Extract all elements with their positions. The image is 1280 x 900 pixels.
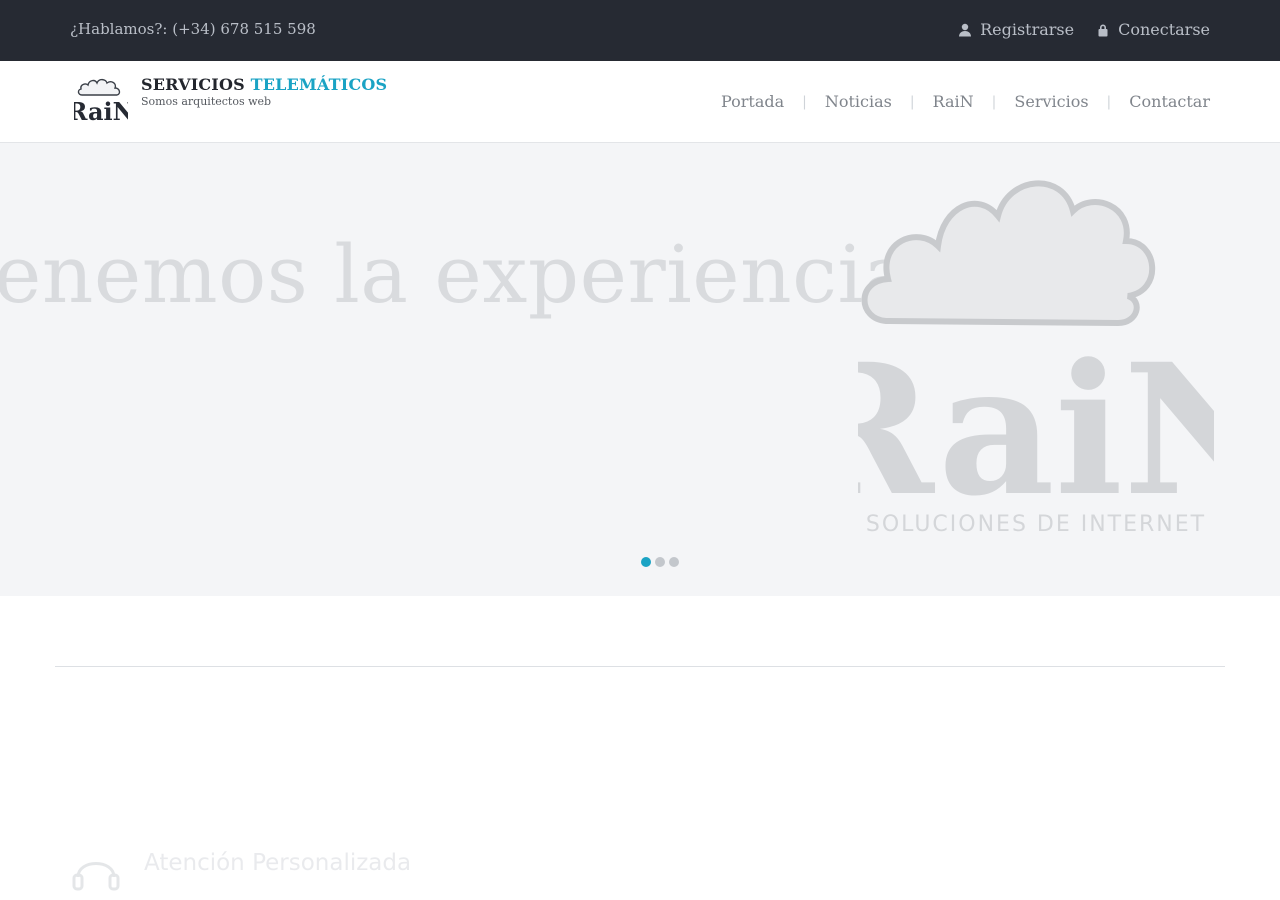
site-name-accent: TELEMÁTICOS bbox=[250, 75, 388, 94]
slider-dot-2[interactable] bbox=[655, 557, 665, 567]
brand-block: SERVICIOS TELEMÁTICOS Somos arquitectos … bbox=[141, 75, 387, 108]
nav-item-contactar[interactable]: Contactar bbox=[1129, 92, 1210, 111]
slider-dot-3[interactable] bbox=[669, 557, 679, 567]
hero-logo-text: RaiN bbox=[858, 325, 1214, 536]
nav-separator: | bbox=[802, 93, 807, 110]
top-bar: ¿Hablamos?: (+34) 678 515 598 Registrars… bbox=[0, 0, 1280, 61]
slider-dot-1[interactable] bbox=[641, 557, 651, 567]
nav-separator: | bbox=[1106, 93, 1112, 110]
headset-icon bbox=[72, 862, 120, 891]
feature-title: Atención Personalizada bbox=[144, 850, 412, 876]
main-nav: Portada | Noticias | RaiN | Servicios | … bbox=[721, 92, 1210, 111]
rain-logo-icon[interactable]: RaiN bbox=[74, 75, 128, 125]
nav-item-portada[interactable]: Portada bbox=[721, 92, 784, 111]
user-icon bbox=[959, 23, 972, 36]
hero-slider: enemos la experiencia RaiN SOLUCIONES DE… bbox=[0, 143, 1280, 596]
login-label: Conectarse bbox=[1118, 20, 1210, 39]
contact-phone: ¿Hablamos?: (+34) 678 515 598 bbox=[70, 20, 316, 38]
nav-item-rain[interactable]: RaiN bbox=[933, 92, 974, 111]
account-links: Registrarse Conectarse bbox=[958, 20, 1210, 39]
site-name[interactable]: SERVICIOS TELEMÁTICOS bbox=[141, 75, 387, 94]
site-tagline: Somos arquitectos web bbox=[141, 95, 272, 108]
section-divider bbox=[55, 666, 1225, 667]
site-name-main: SERVICIOS bbox=[141, 75, 245, 94]
hero-headline: enemos la experiencia bbox=[0, 228, 912, 321]
nav-item-servicios[interactable]: Servicios bbox=[1014, 92, 1088, 111]
register-label: Registrarse bbox=[980, 20, 1075, 39]
nav-separator: | bbox=[991, 93, 997, 110]
nav-item-noticias[interactable]: Noticias bbox=[825, 92, 892, 111]
site-header: RaiN SERVICIOS TELEMÁTICOS Somos arquite… bbox=[0, 61, 1280, 143]
nav-separator: | bbox=[909, 93, 915, 110]
login-link[interactable]: Conectarse bbox=[1096, 20, 1210, 39]
hero-rain-logo: RaiN SOLUCIONES DE INTERNET bbox=[858, 180, 1214, 537]
register-link[interactable]: Registrarse bbox=[958, 20, 1074, 39]
feature-block: Atención Personalizada bbox=[70, 845, 411, 900]
slider-pagination bbox=[641, 557, 679, 567]
logo-text: RaiN bbox=[74, 97, 128, 125]
lock-icon bbox=[1098, 24, 1108, 36]
hero-logo-subtitle: SOLUCIONES DE INTERNET bbox=[866, 512, 1206, 537]
